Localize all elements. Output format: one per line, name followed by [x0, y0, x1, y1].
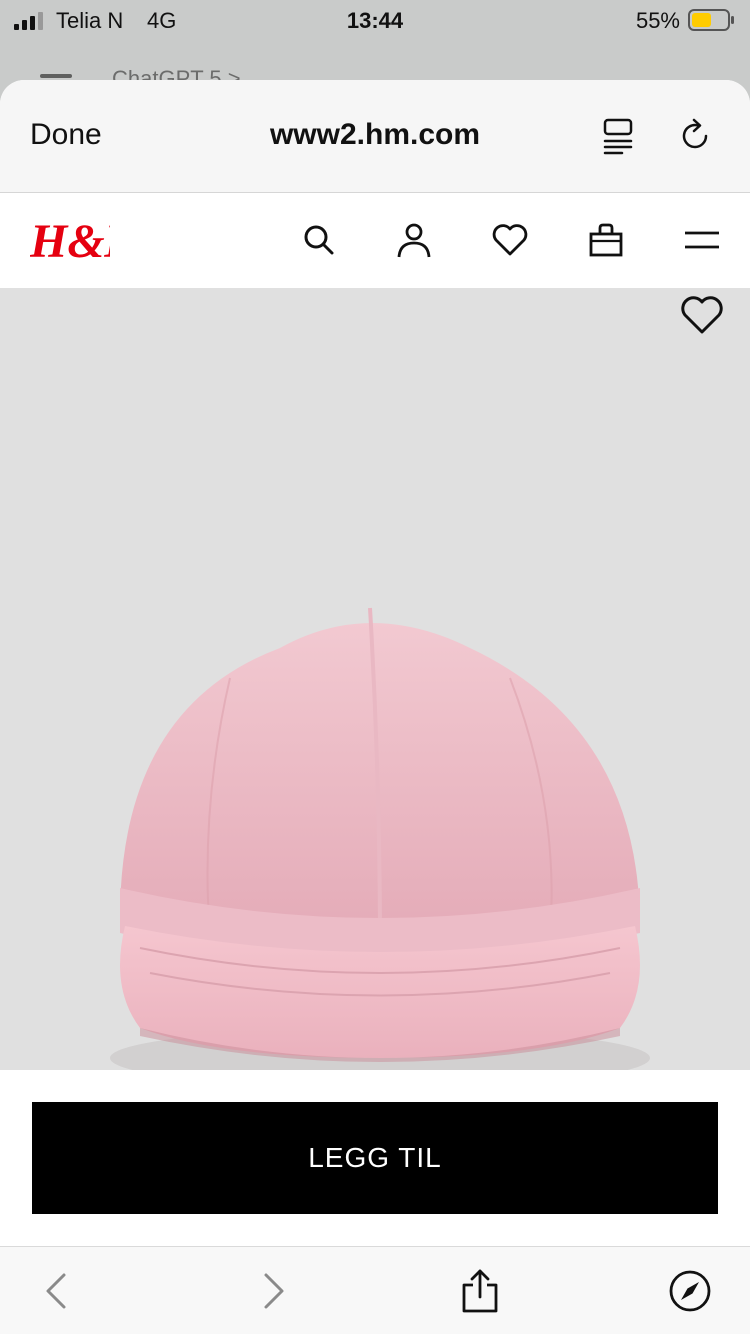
browser-header: Done www2.hm.com — [0, 80, 750, 193]
browser-sheet: Done www2.hm.com H&M — [0, 80, 750, 1334]
done-button[interactable]: Done — [30, 118, 102, 152]
url-text[interactable]: www2.hm.com — [270, 118, 480, 151]
search-icon[interactable] — [300, 221, 338, 259]
forward-icon[interactable] — [250, 1269, 294, 1313]
battery-percent: 55% — [635, 8, 680, 33]
favorites-icon[interactable] — [491, 221, 529, 259]
heart-icon[interactable] — [680, 296, 724, 336]
logo-text: H&M — [30, 215, 110, 268]
hm-logo[interactable]: H&M — [30, 211, 110, 269]
menu-icon[interactable] — [683, 221, 721, 259]
product-image[interactable] — [0, 288, 750, 1070]
browser-toolbar — [0, 1246, 750, 1334]
battery-icon — [688, 9, 734, 31]
bag-icon[interactable] — [587, 221, 625, 259]
back-icon[interactable] — [36, 1269, 80, 1313]
status-bar: Telia N 4G 13:44 55% — [0, 0, 750, 44]
share-icon[interactable] — [458, 1269, 502, 1313]
add-to-bag-button[interactable]: LEGG TIL — [32, 1102, 718, 1214]
reader-icon[interactable] — [600, 116, 640, 156]
reload-icon[interactable] — [676, 116, 716, 156]
account-icon[interactable] — [395, 221, 433, 259]
cap-illustration — [110, 607, 650, 1070]
compass-icon[interactable] — [668, 1269, 712, 1313]
cta-area: LEGG TIL — [0, 1070, 750, 1246]
background-menu-icon — [40, 74, 72, 78]
site-header: H&M — [0, 193, 750, 288]
